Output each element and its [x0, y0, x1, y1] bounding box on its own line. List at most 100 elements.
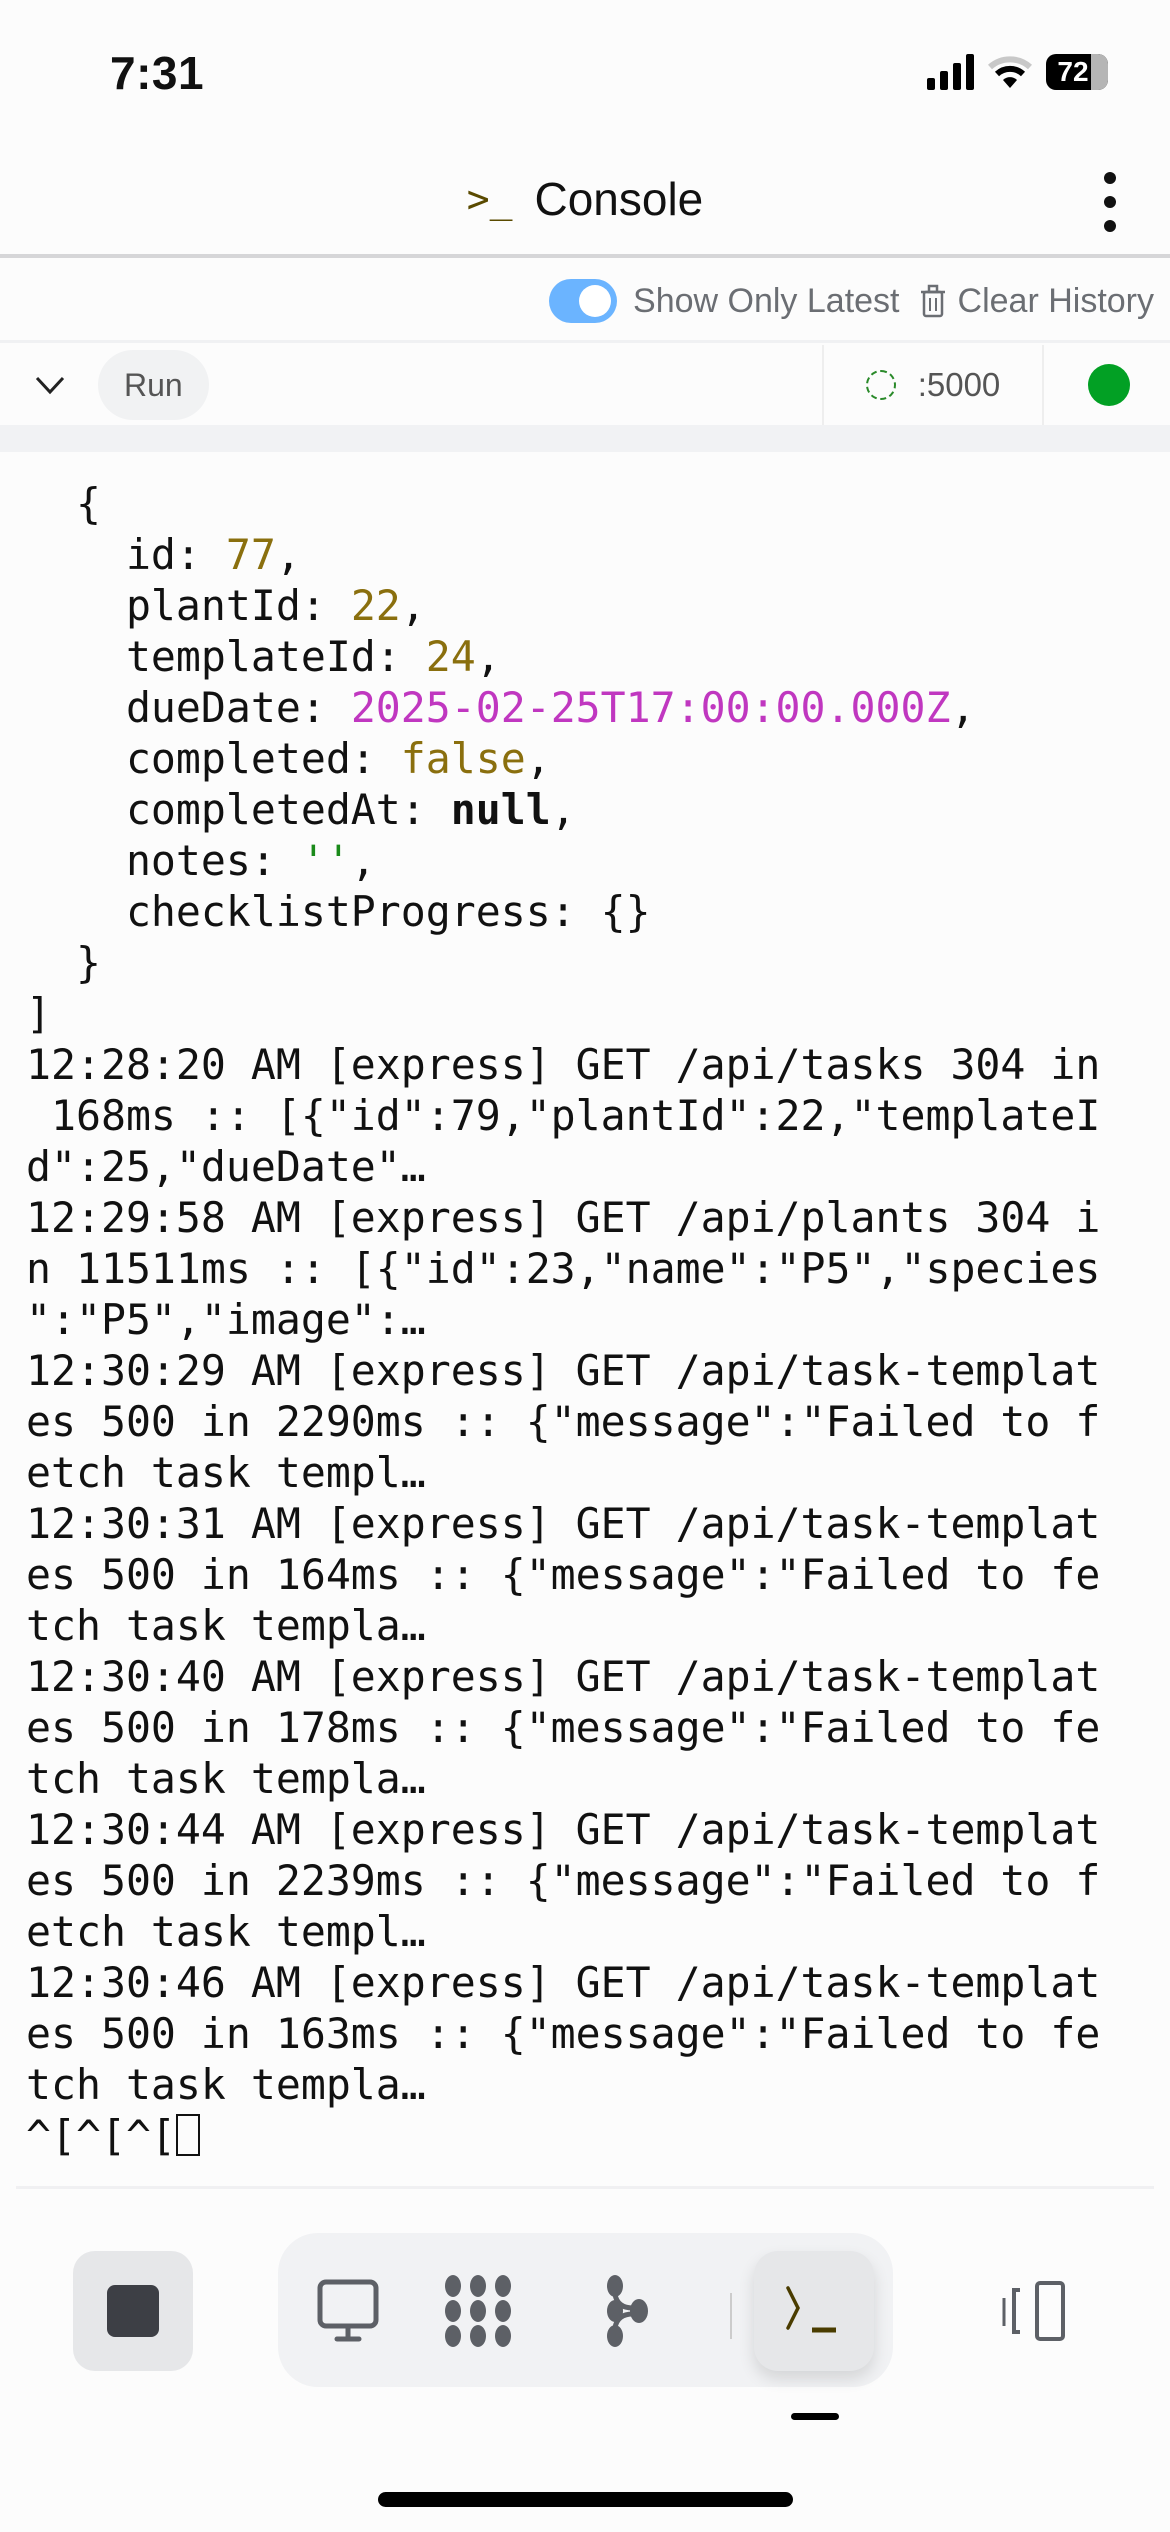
- console-text: null: [450, 785, 551, 834]
- console-options: Show Only Latest Clear History: [0, 262, 1170, 343]
- status-icons: 72: [927, 54, 1108, 90]
- bottom-nav: [278, 2233, 893, 2387]
- console-line: es 500 in 178ms :: {"message":"Failed to…: [26, 1702, 1100, 1753]
- console-line: es 500 in 163ms :: {"message":"Failed to…: [26, 2008, 1100, 2059]
- desktop-icon: [317, 2279, 379, 2342]
- console-line: }: [26, 937, 1100, 988]
- console-text: ":"P5","image":…: [26, 1295, 426, 1344]
- console-text: notes:: [26, 836, 301, 885]
- console-text: {: [26, 479, 101, 528]
- console-line: etch task templ…: [26, 1447, 1100, 1498]
- battery-icon: 72: [1046, 54, 1108, 90]
- console-text: ,: [400, 581, 426, 630]
- console-text: ,: [475, 632, 501, 681]
- run-button[interactable]: Run: [98, 350, 209, 420]
- loading-circle-icon: [865, 370, 896, 400]
- console-text: }: [26, 938, 101, 987]
- header: >_ Console: [0, 150, 1170, 258]
- console-line: 12:30:29 AM [express] GET /api/task-temp…: [26, 1345, 1100, 1396]
- show-only-latest-toggle[interactable]: Show Only Latest: [549, 279, 900, 323]
- chevron-down-icon[interactable]: [32, 375, 68, 395]
- git-button[interactable]: [568, 2251, 688, 2371]
- console-text: es 500 in 178ms :: {"message":"Failed to…: [26, 1703, 1101, 1752]
- workspace-dots-icon: [445, 2275, 511, 2347]
- port-button[interactable]: :5000: [822, 345, 1044, 425]
- console-line: completedAt: null,: [26, 784, 1100, 835]
- console-line: es 500 in 2239ms :: {"message":"Failed t…: [26, 1855, 1100, 1906]
- port-label: :5000: [917, 366, 1001, 403]
- console-line: notes: '',: [26, 835, 1100, 886]
- divider-band: [0, 425, 1170, 452]
- console-text: false: [400, 734, 526, 783]
- console-text: id:: [26, 530, 226, 579]
- console-text: completedAt:: [26, 785, 451, 834]
- terminal-prompt-icon: >_: [466, 177, 513, 221]
- console-text: ,: [350, 836, 376, 885]
- console-line: completed: false,: [26, 733, 1100, 784]
- console-line: 168ms :: [{"id":79,"plantId":22,"templat…: [26, 1090, 1100, 1141]
- console-text: ^[^[^[: [26, 2111, 176, 2160]
- stop-button[interactable]: [73, 2251, 193, 2371]
- show-only-latest-label: Show Only Latest: [633, 281, 900, 320]
- console-text: ,: [275, 530, 301, 579]
- console-text: tch task templa…: [26, 1754, 426, 1803]
- clear-history-label: Clear History: [957, 281, 1154, 320]
- run-bar: Run :5000: [0, 345, 1170, 425]
- divider: [16, 2186, 1154, 2189]
- clear-history-button[interactable]: Clear History: [920, 282, 1154, 321]
- console-line: 12:30:31 AM [express] GET /api/task-temp…: [26, 1498, 1100, 1549]
- wifi-icon: [988, 56, 1032, 88]
- terminal-button[interactable]: [754, 2251, 874, 2371]
- console-text: etch task templ…: [26, 1448, 426, 1497]
- console-line: {: [26, 478, 1100, 529]
- console-text: 12:30:40 AM [express] GET /api/task-temp…: [26, 1652, 1101, 1701]
- console-line: tch task templa…: [26, 1600, 1100, 1651]
- console-line: 12:30:44 AM [express] GET /api/task-temp…: [26, 1804, 1100, 1855]
- workspace-button[interactable]: [418, 2251, 538, 2371]
- console-line: es 500 in 2290ms :: {"message":"Failed t…: [26, 1396, 1100, 1447]
- console-line: 12:29:58 AM [express] GET /api/plants 30…: [26, 1192, 1100, 1243]
- console-text: ,: [525, 734, 551, 783]
- stop-icon: [107, 2285, 159, 2337]
- console-text: 168ms :: [{"id":79,"plantId":22,"templat…: [26, 1091, 1101, 1140]
- console-line: dueDate: 2025-02-25T17:00:00.000Z,: [26, 682, 1100, 733]
- console-line: 12:28:20 AM [express] GET /api/tasks 304…: [26, 1039, 1100, 1090]
- console-text: d":25,"dueDate"…: [26, 1142, 426, 1191]
- console-text: 12:30:44 AM [express] GET /api/task-temp…: [26, 1805, 1101, 1854]
- console-output: { id: 77, plantId: 22, templateId: 24, d…: [26, 478, 1100, 2161]
- console-text: 12:30:31 AM [express] GET /api/task-temp…: [26, 1499, 1101, 1548]
- console-text: 24: [425, 632, 476, 681]
- console-text: 12:29:58 AM [express] GET /api/plants 30…: [26, 1193, 1101, 1242]
- console-text: plantId:: [26, 581, 351, 630]
- console-line: tch task templa…: [26, 1753, 1100, 1804]
- devices-button[interactable]: [1000, 2280, 1076, 2351]
- git-branch-icon: [607, 2275, 648, 2347]
- console-text: completed:: [26, 734, 401, 783]
- console-text: es 500 in 2290ms :: {"message":"Failed t…: [26, 1397, 1101, 1446]
- terminal-cursor: [175, 2114, 200, 2156]
- console-line: templateId: 24,: [26, 631, 1100, 682]
- console-line: n 11511ms :: [{"id":23,"name":"P5","spec…: [26, 1243, 1100, 1294]
- desktop-button[interactable]: [288, 2251, 408, 2371]
- console-text: templateId:: [26, 632, 426, 681]
- console-text: 12:28:20 AM [express] GET /api/tasks 304…: [26, 1040, 1101, 1089]
- console-line: 12:30:40 AM [express] GET /api/task-temp…: [26, 1651, 1100, 1702]
- console-text: checklistProgress: {}: [26, 887, 651, 936]
- status-indicator: [1088, 364, 1130, 406]
- devices-icon: [1002, 2281, 1065, 2341]
- status-time: 7:31: [110, 47, 205, 99]
- console-line: etch task templ…: [26, 1906, 1100, 1957]
- console-line: ":"P5","image":…: [26, 1294, 1100, 1345]
- kebab-menu-icon[interactable]: [1098, 172, 1122, 232]
- console-text: es 500 in 164ms :: {"message":"Failed to…: [26, 1550, 1101, 1599]
- console-text: 12:30:29 AM [express] GET /api/task-temp…: [26, 1346, 1101, 1395]
- console-line: 12:30:46 AM [express] GET /api/task-temp…: [26, 1957, 1100, 2008]
- console-text: n 11511ms :: [{"id":23,"name":"P5","spec…: [26, 1244, 1101, 1293]
- trash-icon: [920, 284, 945, 318]
- console-text: tch task templa…: [26, 2060, 426, 2109]
- console-line: plantId: 22,: [26, 580, 1100, 631]
- toggle-switch[interactable]: [549, 279, 618, 323]
- page-title: >_ Console: [0, 172, 1170, 226]
- console-text: 2025-02-25T17:00:00.000Z: [350, 683, 951, 732]
- console-text: ,: [550, 785, 576, 834]
